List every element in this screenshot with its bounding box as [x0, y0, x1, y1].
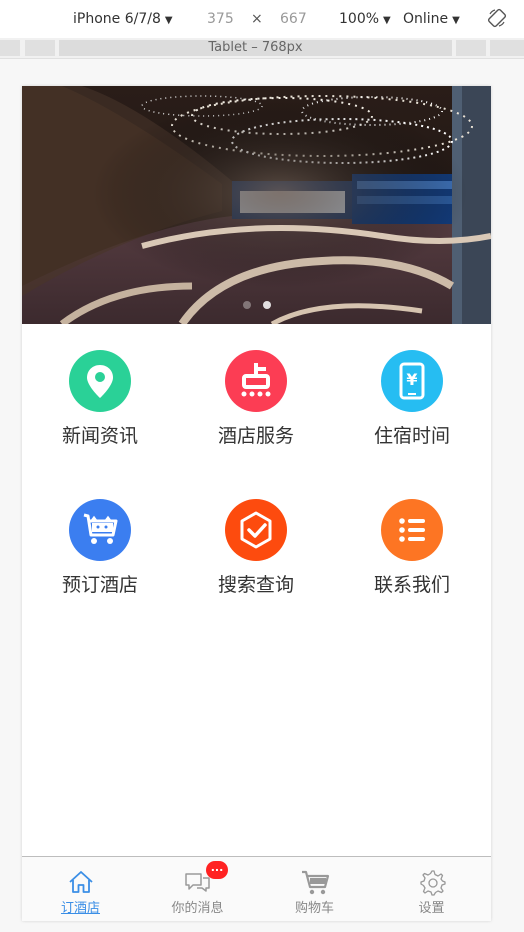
check-hexagon-icon: [225, 499, 287, 561]
grid-item-contact[interactable]: 联系我们: [334, 473, 490, 596]
grid-item-search[interactable]: 搜索查询: [178, 473, 334, 596]
cart-icon: [300, 867, 330, 897]
grid-item-label: 住宿时间: [373, 425, 450, 447]
dianping-icon: [225, 350, 287, 412]
tab-cart[interactable]: 购物车: [256, 857, 373, 921]
width-input[interactable]: 375: [207, 10, 234, 28]
tab-label: 你的消息: [171, 901, 224, 916]
dropdown-arrow-icon: ▼: [164, 15, 173, 26]
tab-book-hotel[interactable]: 订酒店: [22, 857, 139, 921]
home-icon: [66, 867, 96, 897]
phone-yen-icon: ¥: [381, 350, 443, 412]
media-query-bar: Tablet – 768px: [0, 38, 524, 59]
unread-badge: ...: [206, 861, 228, 879]
tab-settings[interactable]: 设置: [373, 857, 490, 921]
carousel-dot[interactable]: [242, 301, 251, 309]
grid-item-hotel-service[interactable]: 酒店服务: [178, 324, 334, 447]
media-query-segment[interactable]: [25, 40, 55, 56]
gear-icon: [417, 867, 447, 897]
list-icon: [381, 499, 443, 561]
banner-carousel[interactable]: [22, 86, 491, 324]
network-value: Online: [403, 11, 449, 27]
devtools-toolbar: iPhone 6/7/8 ▼ 375 × 667 100% ▼ Online ▼: [0, 0, 524, 39]
zoom-value: 100%: [339, 11, 380, 27]
grid-item-label: 搜索查询: [217, 574, 294, 596]
device-name: iPhone 6/7/8: [73, 11, 161, 27]
bottom-tab-bar: 订酒店 ... 你的消息 购物车 设置: [22, 856, 491, 921]
dimension-separator: ×: [251, 11, 263, 27]
grid-item-news[interactable]: 新闻资讯: [22, 324, 178, 447]
tab-messages[interactable]: ... 你的消息: [139, 857, 256, 921]
tab-label: 订酒店: [60, 901, 100, 916]
dropdown-arrow-icon: ▼: [452, 15, 460, 26]
svg-text:¥: ¥: [406, 370, 417, 389]
grid-item-label: 酒店服务: [217, 425, 294, 447]
hotel-lobby-image: [22, 86, 491, 324]
cart-cat-icon: [69, 499, 131, 561]
dropdown-arrow-icon: ▼: [383, 15, 391, 26]
media-query-segment[interactable]: [0, 40, 20, 56]
carousel-indicators: [22, 294, 491, 313]
grid-item-label: 联系我们: [373, 574, 450, 596]
zoom-select[interactable]: 100% ▼: [339, 10, 391, 30]
media-query-segment[interactable]: [490, 40, 524, 56]
device-viewport: 新闻资讯 酒店服务 ¥ 住宿时间 预订酒店 搜索查询 联系我们 订酒店 ... …: [22, 86, 491, 921]
rotate-icon[interactable]: [487, 8, 507, 28]
grid-item-book-hotel[interactable]: 预订酒店: [22, 473, 178, 596]
media-query-segment[interactable]: [456, 40, 486, 56]
tab-label: 设置: [418, 901, 445, 916]
grid-item-label: 新闻资讯: [61, 425, 138, 447]
location-pin-icon: [69, 350, 131, 412]
grid-item-stay-time[interactable]: ¥ 住宿时间: [334, 324, 490, 447]
media-query-tablet[interactable]: Tablet – 768px: [59, 40, 452, 56]
grid-item-label: 预订酒店: [61, 574, 138, 596]
height-input[interactable]: 667: [280, 10, 307, 28]
carousel-dot-active[interactable]: [262, 301, 271, 309]
device-select[interactable]: iPhone 6/7/8 ▼: [73, 10, 173, 30]
network-select[interactable]: Online ▼: [403, 10, 460, 30]
tab-label: 购物车: [294, 901, 334, 916]
